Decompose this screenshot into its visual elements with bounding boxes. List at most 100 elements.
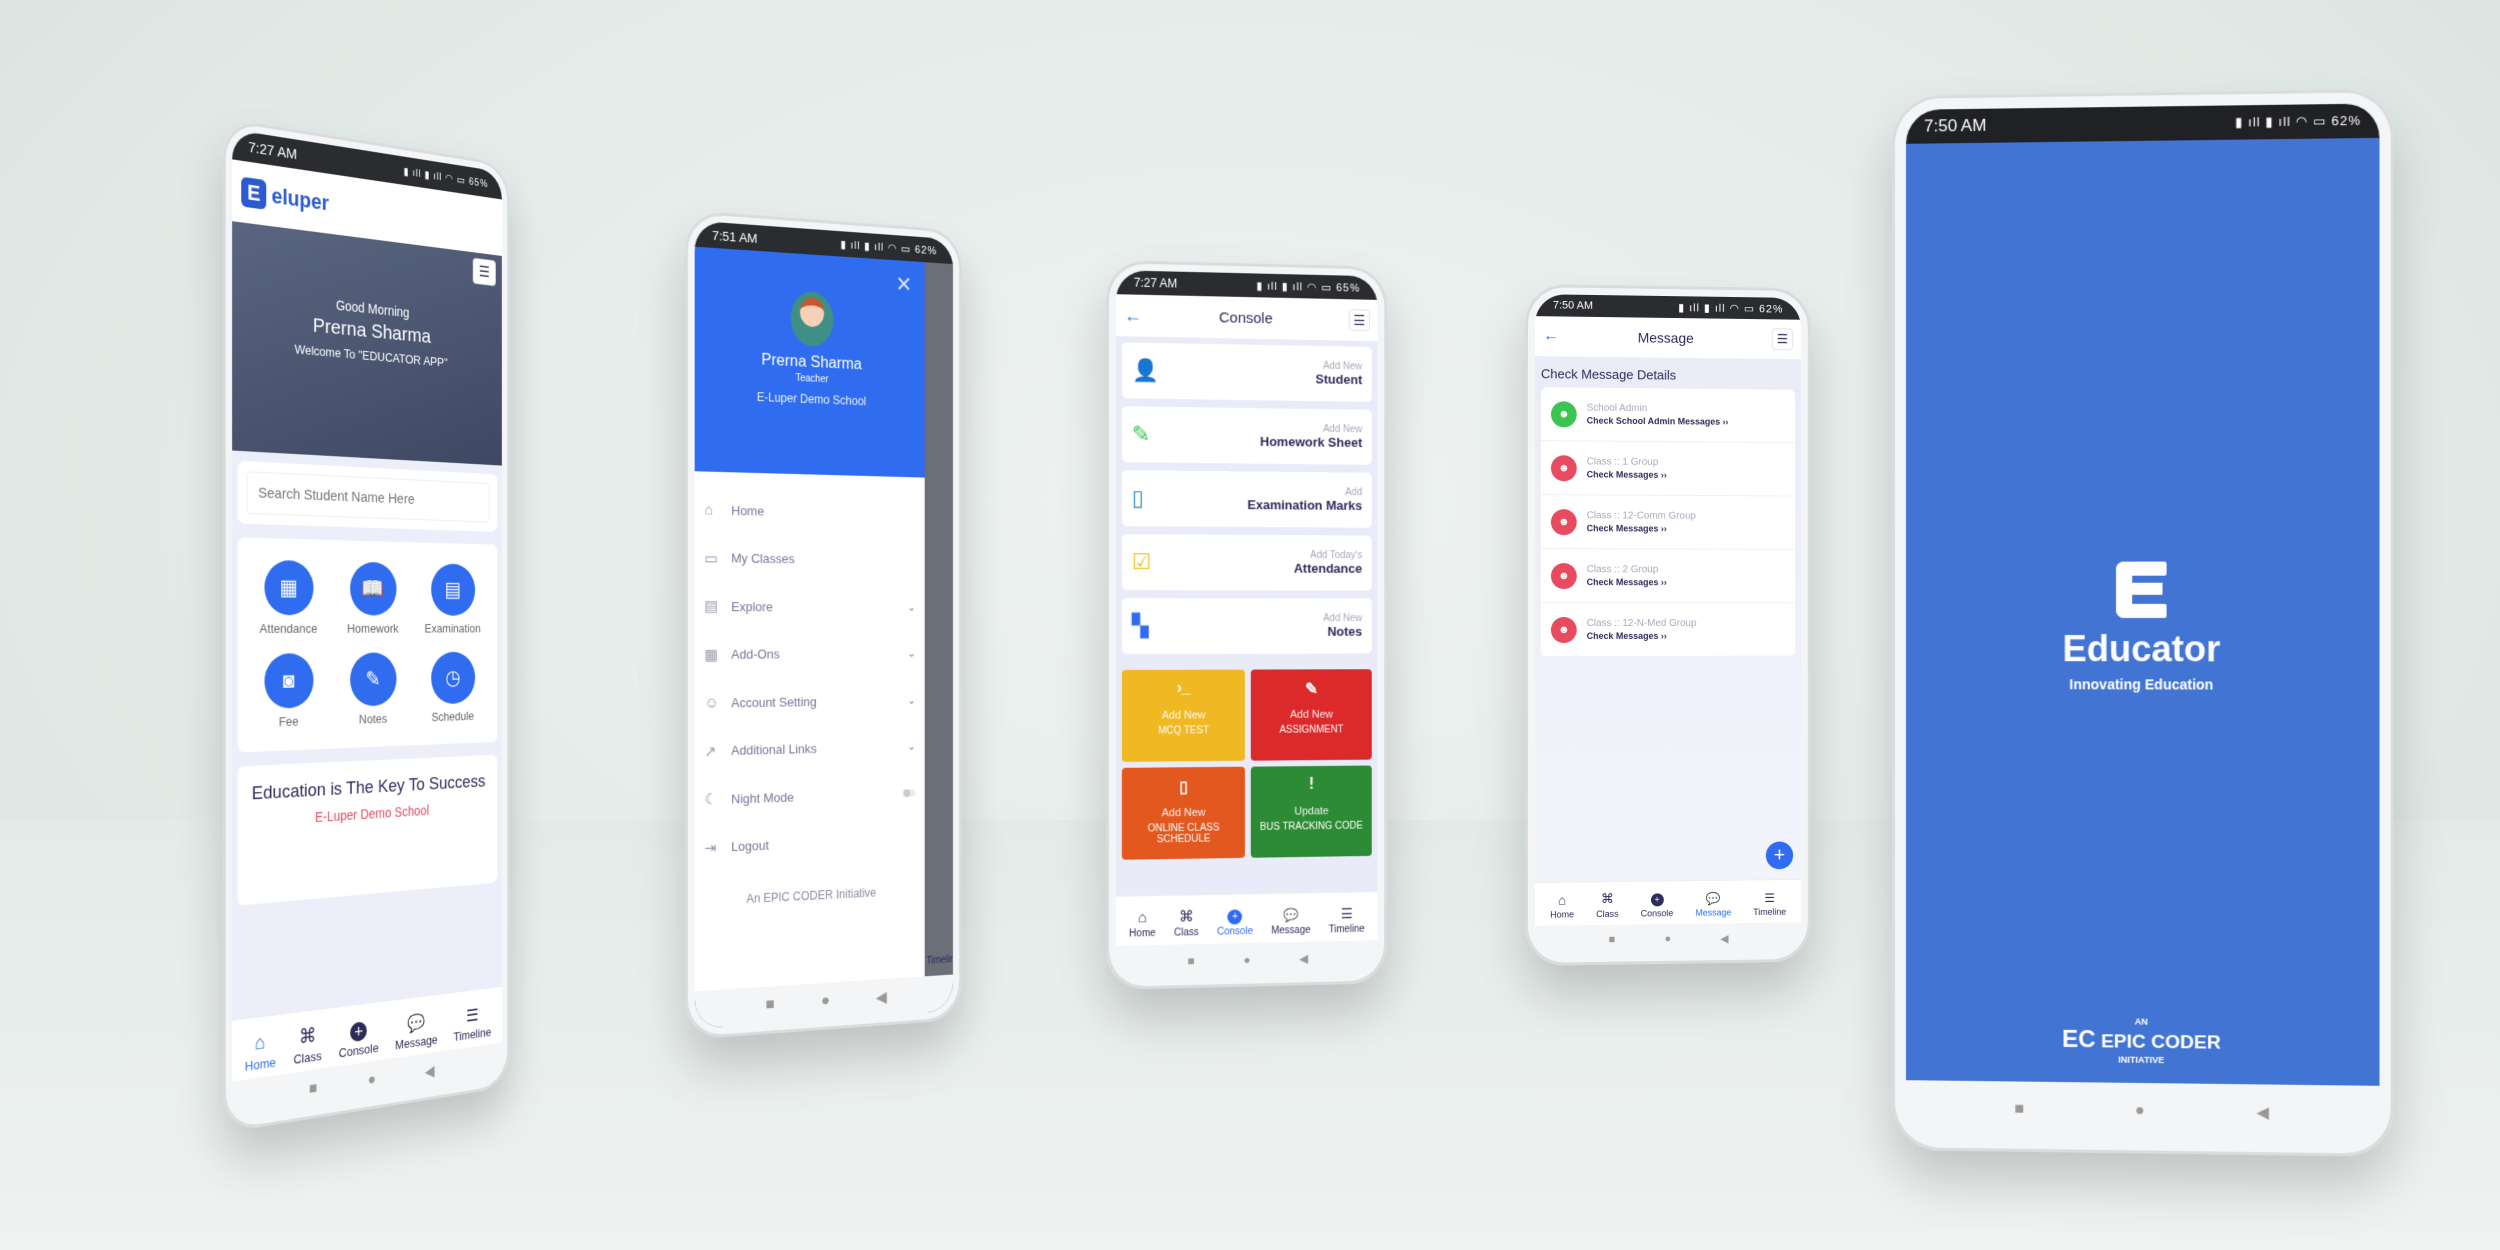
external-link-icon: ↗ [704,743,717,761]
drawer-item-logout[interactable]: ⇥ Logout [704,816,915,872]
recents-button[interactable]: ■ [309,1080,317,1099]
plus-circle-icon: + [1650,893,1664,907]
bottom-nav: ⌂ Home ⌘ Class + Console 💬 Message ☰ Timeline [1115,891,1378,946]
command-icon: ⌘ [1600,890,1614,907]
phone-message: 7:50 AM ▮ ıll ▮ ıll ◠ ▭ 62% ← Message ☰ C… [1525,284,1811,966]
educator-logo-icon [2116,561,2167,618]
back-button[interactable]: ◀ [1720,932,1728,945]
drawer-item-additional-links[interactable]: ↗ Additional Links ⌄ [704,723,915,775]
message-group-item[interactable]: ☻ School Admin Check School Admin Messages… [1540,387,1796,444]
home-button[interactable]: ● [1665,933,1672,945]
nav-class[interactable]: ⌘ Class [1174,907,1199,938]
student-search-input[interactable] [246,471,490,523]
command-icon: ⌘ [1179,908,1194,926]
epic-coder-logo: AN EC EPIC CODER INITIATIVE [2062,1016,2221,1066]
console-row-notes[interactable]: ▚ Add New Notes [1121,598,1372,654]
drawer-item-home[interactable]: ⌂ Home [704,485,915,537]
dimmed-background: Timeline [924,262,953,977]
drawer-item-label: My Classes [731,550,795,567]
pencil-icon: ✎ [349,652,397,707]
message-group-item[interactable]: ☻ Class :: 12-Comm Group Check Messages ›› [1540,495,1796,550]
briefcase-icon: ▭ [704,550,718,568]
close-icon[interactable]: ✕ [896,272,913,298]
night-mode-toggle[interactable] [903,789,916,798]
phone-splash: 7:50 AM ▮ ıll ▮ ıll ◠ ▭ 62% Educator Inno… [1892,89,2394,1157]
console-row-attendance[interactable]: ☑ Add Today's Attendance [1121,534,1372,591]
drawer-item-my-classes[interactable]: ▭ My Classes [704,534,915,584]
nav-class[interactable]: ⌘ Class [293,1022,321,1067]
nav-home[interactable]: ⌂ Home [1550,892,1574,920]
user-plus-icon: 👤 [1131,357,1159,383]
home-button[interactable]: ● [1243,953,1250,967]
recents-button[interactable]: ■ [2014,1101,2024,1119]
tile-schedule[interactable]: ◷ Schedule [414,651,492,725]
menu-button[interactable]: ☰ [1771,328,1794,351]
console-card-bus-tracking-code[interactable]: ! Update BUS TRACKING CODE [1250,765,1372,858]
drawer-item-label: Account Setting [731,694,817,711]
nav-console[interactable]: + Console [1641,893,1673,919]
home-button[interactable]: ● [821,992,830,1010]
message-group-item[interactable]: ☻ Class :: 12-N-Med Group Check Messages ›… [1540,603,1796,657]
news-icon: ▤ [704,598,718,616]
drawer-item-explore[interactable]: ▤ Explore ⌄ [704,582,915,630]
tile-attendance[interactable]: ▦ Attendance [245,559,332,636]
nav-message[interactable]: 💬 Message [395,1011,437,1052]
back-button[interactable]: ◀ [876,987,887,1007]
home-button[interactable]: ● [2135,1102,2145,1120]
add-fab-button[interactable]: + [1765,841,1794,870]
menu-button[interactable]: ☰ [472,257,496,287]
drawer-header: ✕ Prerna Sharma Teacher E-Luper Demo Sch… [694,246,925,478]
nav-class[interactable]: ⌘ Class [1596,891,1618,919]
pencil-icon: ✎ [1131,421,1151,447]
message-group-item[interactable]: ☻ Class :: 2 Group Check Messages ›› [1540,549,1796,604]
console-row-examination-marks[interactable]: ▯ Add Examination Marks [1121,470,1372,528]
tile-homework[interactable]: 📖 Homework [331,561,413,636]
nav-home[interactable]: ⌂ Home [245,1030,276,1073]
calendar-check-icon: ☑ [1131,549,1152,575]
side-drawer: ✕ Prerna Sharma Teacher E-Luper Demo Sch… [694,246,925,992]
chevron-down-icon: ⌄ [907,741,916,753]
drawer-item-add-ons[interactable]: ▦ Add-Ons ⌄ [704,630,915,679]
back-button[interactable]: ◀ [2256,1103,2269,1123]
console-card-mcq-test[interactable]: ›_ Add New MCQ TEST [1121,669,1245,762]
menu-button[interactable]: ☰ [1348,309,1370,332]
console-row-student[interactable]: 👤 Add New Student [1121,342,1372,402]
calendar-icon: ▦ [264,559,314,616]
message-group-item[interactable]: ☻ Class :: 1 Group Check Messages ›› [1540,441,1796,497]
recents-button[interactable]: ■ [766,996,775,1014]
chevron-down-icon: ⌄ [907,648,916,660]
nav-console[interactable]: + Console [339,1019,379,1060]
console-card-assignment[interactable]: ✎ Add New ASSIGNMENT [1250,669,1372,761]
recents-button[interactable]: ■ [1609,934,1616,946]
alert-badge-icon: ! [1308,775,1315,793]
drawer-item-label: Home [731,502,765,519]
recents-button[interactable]: ■ [1187,954,1194,968]
back-arrow-icon[interactable]: ← [1124,305,1142,326]
nav-timeline[interactable]: ☰ Timeline [1329,905,1365,935]
timeline-icon: ☰ [1340,905,1353,922]
quote-card: Education is The Key To Success E-Luper … [237,754,498,906]
console-card-online-class-schedule[interactable]: ▯ Add New ONLINE CLASS SCHEDULE [1121,766,1245,860]
drawer-item-account-setting[interactable]: ☺ Account Setting ⌄ [704,677,915,727]
logo-text: eluper [271,182,329,216]
home-icon: ⌂ [1558,892,1566,908]
edit-icon: ✎ [1305,681,1319,699]
user-settings-icon: ☺ [704,694,720,712]
nav-timeline[interactable]: ☰ Timeline [1753,891,1786,917]
back-arrow-icon[interactable]: ← [1543,327,1559,345]
tile-notes[interactable]: ✎ Notes [331,652,413,727]
console-row-homework-sheet[interactable]: ✎ Add New Homework Sheet [1121,406,1372,465]
tile-fee[interactable]: ◙ Fee [245,653,332,730]
nav-console[interactable]: + Console [1217,909,1253,938]
drawer-item-night-mode[interactable]: ☾ Night Mode [704,770,916,824]
nav-timeline[interactable]: ☰ Timeline [453,1004,491,1044]
nav-message[interactable]: 💬 Message [1695,892,1731,918]
tile-examination[interactable]: ▤ Examination [414,563,492,635]
back-button[interactable]: ◀ [1299,952,1308,966]
nav-message[interactable]: 💬 Message [1271,907,1310,936]
drawer-footer: An EPIC CODER Initiative [746,885,877,906]
back-button[interactable]: ◀ [425,1062,435,1082]
group-icon: ☻ [1550,616,1577,643]
nav-home[interactable]: ⌂ Home [1129,909,1155,939]
home-button[interactable]: ● [368,1071,376,1089]
